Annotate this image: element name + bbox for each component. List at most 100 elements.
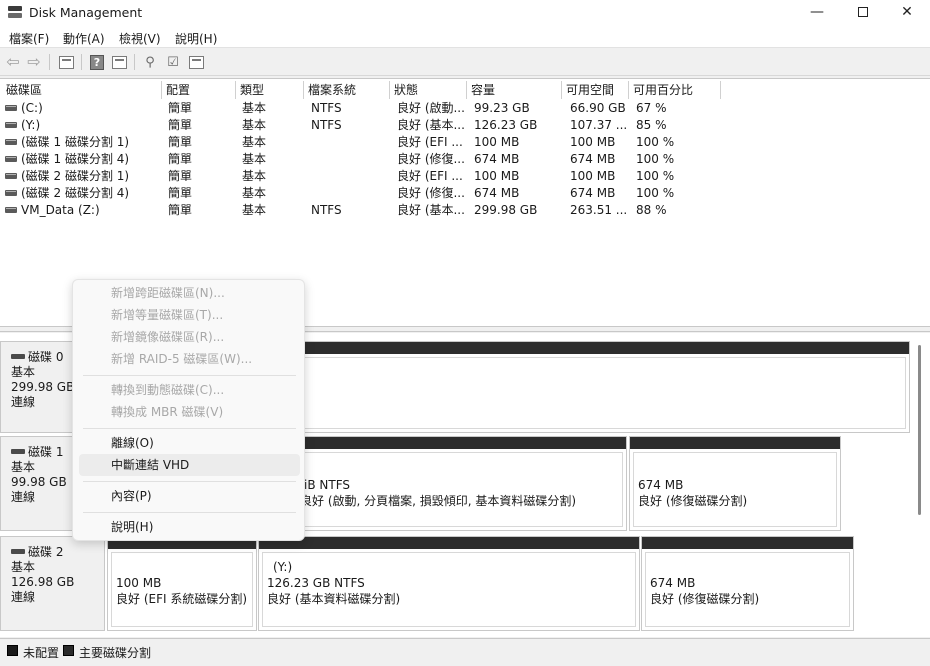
menu-separator [83,375,296,376]
percent-free-cell: 100 % [636,169,675,183]
disk-size: 126.98 GB [11,575,75,589]
maximize-button[interactable] [840,0,886,26]
help-button[interactable]: ? [88,53,106,71]
volume-icon [5,156,17,162]
legend-primary-partition: 主要磁碟分割 [79,646,152,660]
partition-disk2-recovery[interactable]: 674 MB 良好 (修復磁碟分割) [641,536,854,631]
check-button[interactable]: ☑ [164,53,182,71]
toolbar-separator [134,54,135,70]
primary-partition-bar [259,537,639,549]
free-space-cell: 100 MB [570,135,616,149]
col-header-volume[interactable]: 磁碟區 [2,81,162,99]
col-header-status[interactable]: 狀態 [390,81,467,99]
partition-status: 良好 (基本資料磁碟分割) [267,592,401,606]
menu-detach-vhd[interactable]: 中斷連結 VHD [79,454,300,476]
volume-name: (磁碟 1 磁碟分割 4) [21,152,130,166]
menu-action[interactable]: 動作(A) [63,30,105,47]
volume-name: (Y:) [21,118,41,132]
menu-properties[interactable]: 內容(P) [79,485,300,507]
disk-status: 連線 [11,590,36,604]
minimize-button[interactable]: — [794,0,840,26]
layout-cell: 簡單 [168,203,193,217]
menu-new-raid5-volume[interactable]: 新增 RAID-5 磁碟區(W)... [79,348,300,370]
title-bar: Disk Management — ✕ [0,0,930,26]
capacity-cell: 100 MB [474,135,520,149]
forward-button[interactable]: ⇨ [25,53,43,71]
capacity-cell: 674 MB [474,152,520,166]
layout-cell: 簡單 [168,101,193,115]
partition-status: 良好 (啟動, 分頁檔案, 損毀傾印, 基本資料磁碟分割) [300,494,577,508]
status-cell: 良好 (修復... [397,152,465,166]
table-row[interactable]: (磁碟 2 磁碟分割 1) 簡單 基本 良好 (EFI ... 100 MB 1… [0,168,930,185]
table-row[interactable]: VM_Data (Z:) 簡單 基本 NTFS 良好 (基本... 299.98… [0,202,930,219]
percent-free-cell: 85 % [636,118,667,132]
menu-offline[interactable]: 離線(O) [79,432,300,454]
list-view-button[interactable] [187,53,205,71]
volume-icon [5,105,17,111]
toolbar: ⇦ ⇨ ? ⚲ ☑ [0,49,930,76]
table-row[interactable]: (Y:) 簡單 基本 NTFS 良好 (基本... 126.23 GB 107.… [0,117,930,134]
menu-convert-to-mbr[interactable]: 轉換成 MBR 磁碟(V) [79,401,300,423]
show-hide-console-tree-button[interactable] [57,53,75,71]
key-icon: ⚲ [145,54,155,70]
menu-help[interactable]: 說明(H) [175,30,217,47]
console-tree-icon [58,55,74,69]
volume-icon [5,139,17,145]
menu-file[interactable]: 檔案(F) [9,30,49,47]
partition-body: (Y:) 126.23 GB NTFS 良好 (基本資料磁碟分割) [262,552,636,627]
partition-disk2-efi[interactable]: 100 MB 良好 (EFI 系統磁碟分割) [107,536,257,631]
col-header-filesystem[interactable]: 檔案系統 [304,81,390,99]
percent-free-cell: 100 % [636,186,675,200]
capacity-cell: 100 MB [474,169,520,183]
properties-button[interactable] [110,53,128,71]
col-header-capacity[interactable]: 容量 [467,81,562,99]
menu-new-mirrored-volume[interactable]: 新增鏡像磁碟區(R)... [79,326,300,348]
percent-free-cell: 100 % [636,152,675,166]
menu-new-spanned-volume[interactable]: 新增跨距磁碟區(N)... [79,282,300,304]
close-button[interactable]: ✕ [884,0,930,26]
properties-icon [111,55,127,69]
menu-convert-to-dynamic[interactable]: 轉換到動態磁碟(C)... [79,379,300,401]
type-cell: 基本 [242,186,267,200]
filesystem-cell: NTFS [311,203,342,217]
primary-partition-bar [642,537,853,549]
disk-icon [11,549,25,554]
volume-name: (C:) [21,101,43,115]
disk-name: 磁碟 0 [28,350,64,364]
partition-body: 674 MB 良好 (修復磁碟分割) [645,552,850,627]
volume-name: (磁碟 2 磁碟分割 4) [21,186,130,200]
back-button[interactable]: ⇦ [4,53,22,71]
menu-new-striped-volume[interactable]: 新增等量磁碟區(T)... [79,304,300,326]
table-row[interactable]: (磁碟 2 磁碟分割 4) 簡單 基本 良好 (修復... 674 MB 674… [0,185,930,202]
partition-size: 126.23 GB NTFS [267,576,365,590]
connect-disk-button[interactable]: ⚲ [141,53,159,71]
volume-icon [5,173,17,179]
table-row[interactable]: (磁碟 1 磁碟分割 1) 簡單 基本 良好 (EFI ... 100 MB 1… [0,134,930,151]
volume-icon [5,122,17,128]
volume-name: (磁碟 1 磁碟分割 1) [21,135,130,149]
col-header-type[interactable]: 類型 [236,81,304,99]
partition-disk1-recovery[interactable]: 674 MB 良好 (修復磁碟分割) [629,436,841,531]
menu-separator [83,428,296,429]
table-row[interactable]: (C:) 簡單 基本 NTFS 良好 (啟動... 99.23 GB 66.90… [0,100,930,117]
status-cell: 良好 (基本... [397,203,465,217]
primary-partition-swatch [63,645,74,656]
menu-separator [83,481,296,482]
col-header-layout[interactable]: 配置 [162,81,236,99]
legend-unallocated: 未配置 [23,646,60,660]
layout-cell: 簡單 [168,152,193,166]
column-headers: 磁碟區 配置 類型 檔案系統 狀態 容量 可用空間 可用百分比 [0,81,930,99]
status-cell: 良好 (修復... [397,186,465,200]
forward-arrow-icon: ⇨ [27,52,41,71]
menu-view[interactable]: 檢視(V) [119,30,161,47]
partition-y[interactable]: (Y:) 126.23 GB NTFS 良好 (基本資料磁碟分割) [258,536,640,631]
menu-help-item[interactable]: 說明(H) [79,516,300,538]
toolbar-separator [81,54,82,70]
col-header-free-space[interactable]: 可用空間 [562,81,629,99]
status-cell: 良好 (啟動... [397,101,465,115]
filesystem-cell: NTFS [311,118,342,132]
table-row[interactable]: (磁碟 1 磁碟分割 4) 簡單 基本 良好 (修復... 674 MB 674… [0,151,930,168]
vertical-scrollbar[interactable] [918,345,921,515]
disk-2-label[interactable]: 磁碟 2 基本 126.98 GB 連線 [0,536,105,631]
col-header-percent-free[interactable]: 可用百分比 [629,81,721,99]
